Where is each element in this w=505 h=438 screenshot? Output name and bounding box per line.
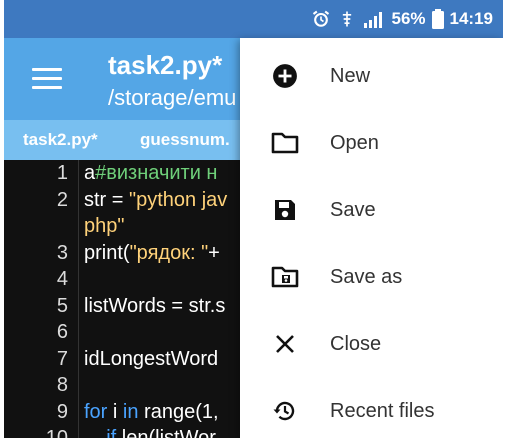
code-token: str = — [84, 188, 130, 211]
menu-item-save[interactable]: Save — [240, 180, 503, 240]
close-icon — [270, 329, 300, 359]
code-line[interactable]: php" — [84, 215, 124, 238]
folder-save-as-icon — [270, 262, 300, 292]
alarm-icon — [311, 9, 331, 29]
code-line[interactable]: if len(listWor — [84, 427, 216, 438]
status-bar: 56% 14:19 — [4, 0, 503, 38]
floppy-disk-icon — [270, 195, 300, 225]
menu-item-open[interactable]: Open — [240, 113, 503, 173]
menu-item-label: Open — [330, 131, 379, 154]
history-icon — [270, 396, 300, 426]
code-token: #визначити н — [95, 162, 218, 184]
code-token: i — [107, 400, 123, 423]
code-line[interactable]: print("рядок: "+ — [84, 242, 220, 265]
code-token: idLongestWord — [84, 347, 219, 370]
clock: 14:19 — [449, 9, 493, 28]
line-number: 6 — [56, 321, 68, 343]
cellular-signal-icon — [363, 10, 385, 28]
menu-item-label: Save as — [330, 265, 403, 288]
app-frame: 56% 14:19 task2.py* /storage/emu task2.p… — [4, 0, 503, 438]
code-token: "python jav — [129, 188, 228, 211]
line-number: 5 — [56, 294, 68, 317]
file-path: /storage/emu — [108, 85, 237, 110]
battery-icon — [431, 9, 444, 29]
code-line[interactable]: a#визначити н — [84, 162, 217, 185]
line-number: 4 — [56, 268, 68, 290]
line-number: 3 — [56, 241, 68, 264]
menu-icon[interactable] — [32, 68, 62, 90]
line-number: 10 — [45, 427, 68, 438]
menu-item-new[interactable]: New — [240, 46, 503, 106]
menu-item-label: Close — [330, 332, 382, 355]
code-token: print( — [84, 241, 130, 264]
folder-icon — [270, 128, 300, 158]
line-number: 8 — [56, 374, 68, 396]
menu-item-recent-files[interactable]: Recent files — [240, 381, 503, 438]
code-line[interactable]: str = "python jav — [84, 189, 227, 212]
line-number: 1 — [56, 162, 68, 184]
code-token: + — [208, 241, 220, 264]
code-token: len(listWor — [116, 427, 216, 438]
code-token: if — [84, 427, 117, 438]
menu-item-close[interactable]: Close — [240, 314, 503, 374]
code-token: a — [84, 162, 96, 184]
code-line[interactable]: idLongestWord — [84, 348, 218, 371]
line-number: 9 — [56, 400, 68, 423]
menu-item-save-as[interactable]: Save as — [240, 247, 503, 307]
code-line[interactable]: for i in range(1, — [84, 401, 219, 424]
code-token: "рядок: " — [129, 241, 209, 264]
file-title: task2.py* — [108, 50, 223, 80]
menu-item-label: Recent files — [330, 399, 435, 422]
gutter-divider — [78, 160, 79, 438]
code-token: php" — [84, 215, 125, 237]
file-menu: New Open Save Save as Close Recent files — [240, 38, 503, 438]
code-token: in — [122, 400, 139, 423]
tab-task2[interactable]: task2.py* — [23, 130, 98, 150]
battery-percent: 56% — [391, 9, 426, 28]
code-token: for — [84, 400, 108, 423]
code-token: listWords = str.s — [84, 294, 226, 317]
menu-item-label: New — [330, 64, 371, 87]
tab-guessnum[interactable]: guessnum. — [140, 130, 230, 150]
menu-item-label: Save — [330, 198, 376, 221]
line-number: 7 — [56, 347, 68, 370]
wifi-signal-icon — [337, 9, 357, 29]
code-line[interactable]: listWords = str.s — [84, 295, 225, 318]
plus-circle-icon — [270, 61, 300, 91]
code-token: range(1, — [138, 400, 219, 423]
line-number: 2 — [56, 188, 68, 211]
